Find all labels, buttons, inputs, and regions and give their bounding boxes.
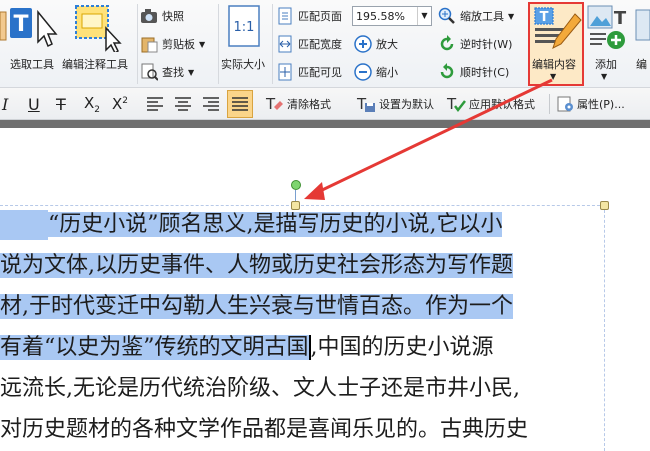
red-arrow-annotation bbox=[304, 78, 553, 200]
arrow-head-icon bbox=[304, 182, 325, 200]
